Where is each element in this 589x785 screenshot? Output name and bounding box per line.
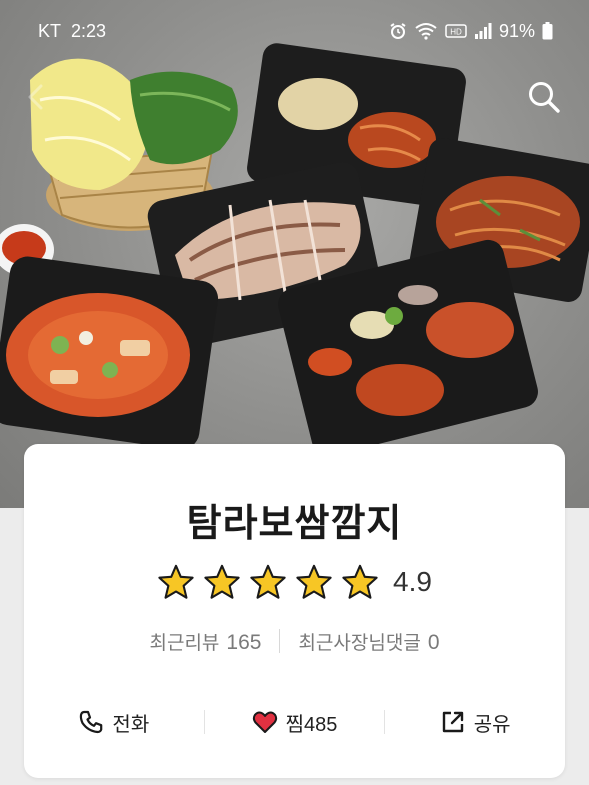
recent-reviews-link[interactable]: 최근리뷰 165 xyxy=(149,628,261,655)
phone-icon xyxy=(80,710,103,734)
like-label: 찜 xyxy=(285,711,305,736)
owner-replies-label: 최근사장님댓글 xyxy=(298,631,421,654)
hd-icon: HD xyxy=(445,24,467,38)
owner-replies-count: 0 xyxy=(427,630,440,654)
share-icon xyxy=(442,711,463,733)
restaurant-name: 탐라보쌈깜지 xyxy=(186,501,403,545)
star-icon xyxy=(204,564,240,599)
star-icon xyxy=(250,564,286,599)
signal-icon xyxy=(474,23,492,39)
search-icon[interactable] xyxy=(527,80,561,114)
share-label: 공유 xyxy=(473,711,511,736)
action-bar: 전화 찜485 공유 xyxy=(24,702,565,742)
rating-value: 4.9 xyxy=(393,566,432,597)
clock: 2:23 xyxy=(71,20,107,41)
carrier-label: KT xyxy=(38,20,62,41)
like-button[interactable]: 찜485 xyxy=(205,702,385,742)
status-right: HD 91% xyxy=(389,21,553,42)
rating-row[interactable]: 4.9 xyxy=(24,562,565,602)
share-button[interactable]: 공유 xyxy=(385,702,565,742)
status-bar: KT 2:23 HD 91% xyxy=(0,0,589,62)
back-arrow-icon[interactable] xyxy=(22,82,52,112)
restaurant-info-card: 탐라보쌈깜지 4.9 최근리뷰 165 최근사장님댓글 0 전화 찜485 공유 xyxy=(24,444,565,778)
star-icon xyxy=(342,564,378,599)
call-button[interactable]: 전화 xyxy=(24,702,204,742)
wifi-icon xyxy=(415,23,437,40)
star-icon xyxy=(296,564,332,599)
counts-divider xyxy=(279,629,281,653)
recent-reviews-count: 165 xyxy=(226,630,262,654)
review-counts-row: 최근리뷰 165 최근사장님댓글 0 xyxy=(24,626,565,656)
svg-text:HD: HD xyxy=(450,28,462,37)
food-photo-illustration xyxy=(0,43,589,457)
battery-icon xyxy=(542,22,553,40)
recent-reviews-label: 최근리뷰 xyxy=(149,631,220,654)
heart-icon xyxy=(252,711,277,733)
hero-photo: KT 2:23 HD 91% xyxy=(0,0,589,508)
alarm-icon xyxy=(390,23,406,39)
owner-replies-link[interactable]: 최근사장님댓글 0 xyxy=(298,628,439,655)
like-label-group: 찜485 xyxy=(286,708,338,737)
status-left: KT 2:23 xyxy=(38,21,106,42)
like-count: 485 xyxy=(304,713,338,736)
battery-percent: 91% xyxy=(498,20,535,41)
call-label: 전화 xyxy=(112,711,150,736)
star-icon xyxy=(158,564,194,599)
container-stew xyxy=(0,256,219,450)
